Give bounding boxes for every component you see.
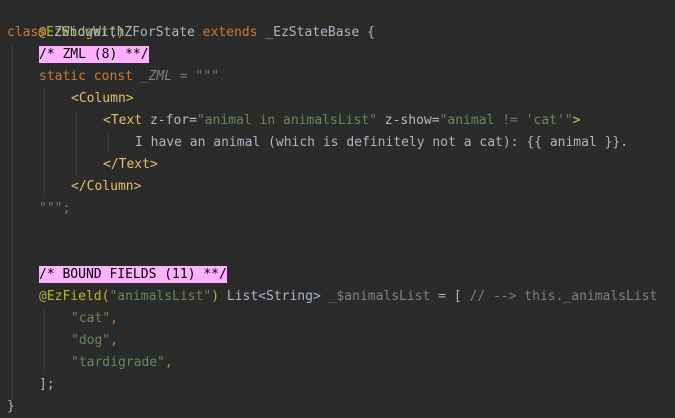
- code-line: }: [7, 396, 15, 418]
- code-line: """;: [39, 198, 70, 220]
- zml-section-comment: /* ZML (8) **/: [39, 46, 149, 63]
- code-line: </Text>: [103, 154, 158, 176]
- code-line: "dog",: [71, 330, 118, 352]
- bound-fields-comment: /* BOUND FIELDS (11) **/: [39, 266, 227, 283]
- ezfield-argument: "animalsList": [109, 289, 212, 304]
- code-line: I have an animal (which is definitely no…: [135, 132, 628, 154]
- list-type: List<String>: [219, 289, 329, 304]
- code-line: /* ZML (8) **/: [39, 44, 149, 66]
- code-line: "tardigrade",: [71, 352, 173, 374]
- tag-close-bracket: >: [572, 113, 581, 128]
- field-assign: = [: [430, 289, 470, 304]
- code-line: @EzWidget(): [7, 0, 124, 40]
- keyword-const: const: [93, 69, 133, 84]
- zml-variable: _ZML: [140, 69, 173, 84]
- code-line: </Column>: [71, 176, 141, 198]
- indent-guide: [108, 132, 109, 154]
- text-content: I have an animal (which is definitely no…: [135, 135, 629, 150]
- ezfield-annotation: @EzField(: [39, 289, 110, 304]
- class-name: ZShowWithZForState: [53, 25, 195, 40]
- zfor-value: "animal in animalsList": [196, 113, 377, 128]
- code-line: /* BOUND FIELDS (11) **/: [39, 264, 227, 286]
- text-close-tag: </Text>: [103, 157, 158, 172]
- code-line: "cat",: [71, 308, 118, 330]
- comma: ,: [110, 333, 118, 348]
- code-line: static const _ZML = """: [39, 66, 219, 88]
- text-open-tag: <Text: [103, 113, 143, 128]
- field-name: _$animalsList: [328, 289, 431, 304]
- indent-guide: [44, 308, 45, 374]
- list-close: ];: [39, 377, 55, 392]
- code-line: <Column>: [71, 88, 134, 110]
- code-line: <Text z-for="animal in animalsList" z-sh…: [103, 110, 580, 132]
- base-class-name: _EzStateBase: [265, 25, 360, 40]
- comma: ,: [164, 355, 173, 370]
- close-brace: }: [7, 399, 15, 414]
- list-item-dog: "dog": [71, 333, 111, 348]
- code-line: ];: [39, 374, 55, 396]
- code-line: class ZShowWithZForState extends _EzStat…: [7, 22, 375, 44]
- indent-guide: [12, 44, 13, 400]
- column-open-tag: <Column>: [71, 91, 134, 106]
- keyword-class: class: [7, 25, 47, 40]
- open-brace: {: [367, 25, 375, 40]
- ezfield-close-paren: ): [211, 289, 220, 304]
- indent-guide: [44, 88, 45, 198]
- code-editor[interactable]: @EzWidget() class ZShowWithZForState ext…: [0, 0, 675, 417]
- indent-guide: [76, 110, 77, 176]
- zshow-attribute: z-show=: [384, 113, 440, 128]
- keyword-extends: extends: [202, 25, 258, 40]
- column-close-tag: </Column>: [71, 179, 142, 194]
- code-line: @EzField("animalsList") List<String> _$a…: [39, 286, 657, 308]
- zfor-attribute: z-for=: [149, 113, 197, 128]
- keyword-static: static: [39, 69, 86, 84]
- triple-quote-close: """;: [39, 201, 71, 216]
- list-item-tardigrade: "tardigrade": [71, 355, 165, 370]
- comma: ,: [110, 311, 118, 326]
- field-comment: // --> this._animalsList: [469, 289, 658, 304]
- zshow-value: "animal != 'cat'": [439, 113, 573, 128]
- list-item-cat: "cat": [71, 311, 111, 326]
- triple-quote-open: = """: [172, 69, 220, 84]
